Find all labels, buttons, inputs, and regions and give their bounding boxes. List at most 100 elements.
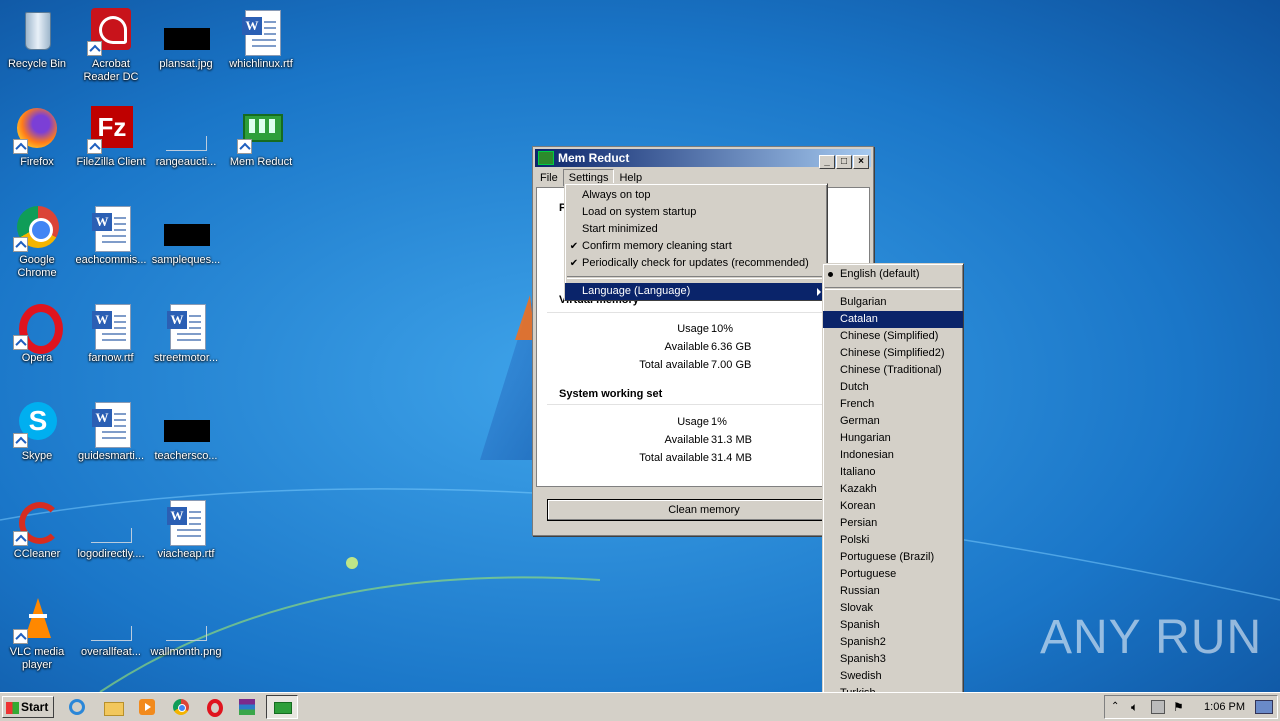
language-item[interactable]: Slovak bbox=[823, 600, 963, 617]
image-file-icon bbox=[87, 498, 135, 546]
desktop-icon-label: rangeaucti... bbox=[155, 156, 217, 168]
acrobat-shortcut[interactable]: Acrobat Reader DC bbox=[74, 8, 148, 84]
language-item[interactable]: Indonesian bbox=[823, 447, 963, 464]
file-viacheap[interactable]: W viacheap.rtf bbox=[149, 498, 223, 561]
clock[interactable]: 1:06 PM bbox=[1204, 696, 1245, 718]
file-sampleques[interactable]: sampleques... bbox=[149, 204, 223, 267]
language-submenu: English (default) Bulgarian Catalan Chines… bbox=[822, 263, 964, 720]
menu-item-confirm-cleaning[interactable]: ✔ Confirm memory cleaning start bbox=[565, 238, 827, 255]
anyrun-watermark: ANY RUN bbox=[1040, 611, 1263, 664]
chrome-shortcut[interactable]: Google Chrome bbox=[0, 204, 74, 280]
show-hidden-icons-icon[interactable]: ⌃ bbox=[1111, 700, 1125, 714]
radio-bullet-icon bbox=[828, 272, 833, 277]
language-item[interactable]: Spanish bbox=[823, 617, 963, 634]
word-doc-icon: W bbox=[87, 400, 135, 448]
file-wallmonth[interactable]: wallmonth.png bbox=[149, 596, 223, 659]
file-teachersco[interactable]: teachersco... bbox=[149, 400, 223, 463]
language-item[interactable]: Spanish2 bbox=[823, 634, 963, 651]
menu-separator bbox=[825, 287, 961, 290]
ie-icon[interactable] bbox=[66, 697, 88, 717]
window-titlebar[interactable]: Mem Reduct _ □ × bbox=[535, 149, 871, 169]
file-farnow[interactable]: W farnow.rtf bbox=[74, 302, 148, 365]
chrome-icon[interactable] bbox=[170, 697, 192, 717]
menu-item-language[interactable]: Language (Language) bbox=[565, 283, 827, 300]
firefox-shortcut[interactable]: Firefox bbox=[0, 106, 74, 169]
action-center-flag-icon[interactable]: ⚑ bbox=[1173, 700, 1187, 714]
file-overallfeat[interactable]: overallfeat... bbox=[74, 596, 148, 659]
volume-icon[interactable]: 🔈︎ bbox=[1131, 700, 1145, 714]
desktop-icon-label: Opera bbox=[21, 352, 53, 364]
language-item[interactable]: Italiano bbox=[823, 464, 963, 481]
menu-file[interactable]: File bbox=[535, 169, 563, 187]
menu-item-start-minimized[interactable]: Start minimized bbox=[565, 221, 827, 238]
opera-icon bbox=[13, 302, 63, 354]
language-item[interactable]: Kazakh bbox=[823, 481, 963, 498]
file-plansat[interactable]: plansat.jpg bbox=[149, 8, 223, 71]
close-button[interactable]: × bbox=[853, 155, 869, 169]
filezilla-shortcut[interactable]: Fz FileZilla Client bbox=[74, 106, 148, 169]
file-rangeaucti[interactable]: rangeaucti... bbox=[149, 106, 223, 169]
language-item[interactable]: Persian bbox=[823, 515, 963, 532]
skype-icon: S bbox=[13, 400, 61, 448]
memreduct-shortcut[interactable]: Mem Reduct bbox=[224, 106, 298, 169]
desktop-icon-label: whichlinux.rtf bbox=[229, 58, 293, 70]
menu-item-check-updates[interactable]: ✔ Periodically check for updates (recomme… bbox=[565, 255, 827, 272]
ccleaner-icon bbox=[13, 498, 61, 546]
stat-row: Total available 7.00 GB bbox=[639, 359, 752, 371]
word-doc-icon: W bbox=[237, 8, 285, 56]
desktop-icon-label: FileZilla Client bbox=[76, 156, 146, 168]
file-guidesmarti[interactable]: W guidesmarti... bbox=[74, 400, 148, 463]
checkmark-icon: ✔ bbox=[569, 258, 579, 269]
opera-icon[interactable] bbox=[203, 697, 225, 717]
desktop-icon-label: VLC media player bbox=[9, 646, 65, 671]
desktop-icon-label: streetmotor... bbox=[153, 352, 219, 364]
language-item[interactable]: Dutch bbox=[823, 379, 963, 396]
clean-memory-button[interactable]: Clean memory bbox=[547, 499, 861, 521]
memreduct-icon bbox=[274, 702, 292, 714]
language-item[interactable]: Chinese (Simplified) bbox=[823, 328, 963, 345]
language-item[interactable]: Bulgarian bbox=[823, 294, 963, 311]
file-logodirectly[interactable]: logodirectly.... bbox=[74, 498, 148, 561]
language-item[interactable]: Polski bbox=[823, 532, 963, 549]
winrar-icon[interactable] bbox=[236, 697, 258, 717]
language-item[interactable]: French bbox=[823, 396, 963, 413]
language-item[interactable]: Catalan bbox=[823, 311, 963, 328]
separator bbox=[547, 312, 859, 313]
opera-shortcut[interactable]: Opera bbox=[0, 302, 74, 365]
memreduct-taskbar-button[interactable] bbox=[266, 695, 298, 719]
show-desktop-icon[interactable] bbox=[1255, 700, 1273, 714]
ccleaner-shortcut[interactable]: CCleaner bbox=[0, 498, 74, 561]
language-item[interactable]: Spanish3 bbox=[823, 651, 963, 668]
filezilla-icon: Fz bbox=[87, 106, 135, 154]
vlc-shortcut[interactable]: VLC media player bbox=[0, 596, 74, 672]
menu-item-load-on-startup[interactable]: Load on system startup bbox=[565, 204, 827, 221]
language-item[interactable]: Chinese (Traditional) bbox=[823, 362, 963, 379]
media-player-icon[interactable] bbox=[136, 697, 158, 717]
language-item[interactable]: Portuguese (Brazil) bbox=[823, 549, 963, 566]
language-item[interactable]: Swedish bbox=[823, 668, 963, 685]
minimize-button[interactable]: _ bbox=[819, 155, 835, 169]
language-item[interactable]: Chinese (Simplified2) bbox=[823, 345, 963, 362]
file-whichlinux[interactable]: W whichlinux.rtf bbox=[224, 8, 298, 71]
network-icon[interactable] bbox=[1151, 700, 1165, 714]
file-eachcommis[interactable]: W eachcommis... bbox=[74, 204, 148, 267]
language-item[interactable]: German bbox=[823, 413, 963, 430]
language-item-english[interactable]: English (default) bbox=[823, 266, 963, 283]
desktop-icon-label: CCleaner bbox=[13, 548, 61, 560]
stat-row: Available 6.36 GB bbox=[664, 341, 752, 353]
language-item[interactable]: Hungarian bbox=[823, 430, 963, 447]
stat-row: Usage 1% bbox=[677, 416, 727, 428]
desktop-icon-label: Mem Reduct bbox=[229, 156, 293, 168]
recycle-bin-shortcut[interactable]: Recycle Bin bbox=[0, 8, 74, 71]
language-item[interactable]: Portuguese bbox=[823, 566, 963, 583]
language-item[interactable]: Korean bbox=[823, 498, 963, 515]
explorer-icon[interactable] bbox=[102, 697, 124, 717]
start-button[interactable]: Start bbox=[2, 696, 54, 718]
skype-shortcut[interactable]: S Skype bbox=[0, 400, 74, 463]
language-item[interactable]: Russian bbox=[823, 583, 963, 600]
file-streetmotor[interactable]: W streetmotor... bbox=[149, 302, 223, 365]
vlc-icon bbox=[13, 596, 61, 644]
maximize-button[interactable]: □ bbox=[836, 155, 852, 169]
menu-item-always-on-top[interactable]: Always on top bbox=[565, 187, 827, 204]
firefox-icon bbox=[13, 106, 61, 154]
